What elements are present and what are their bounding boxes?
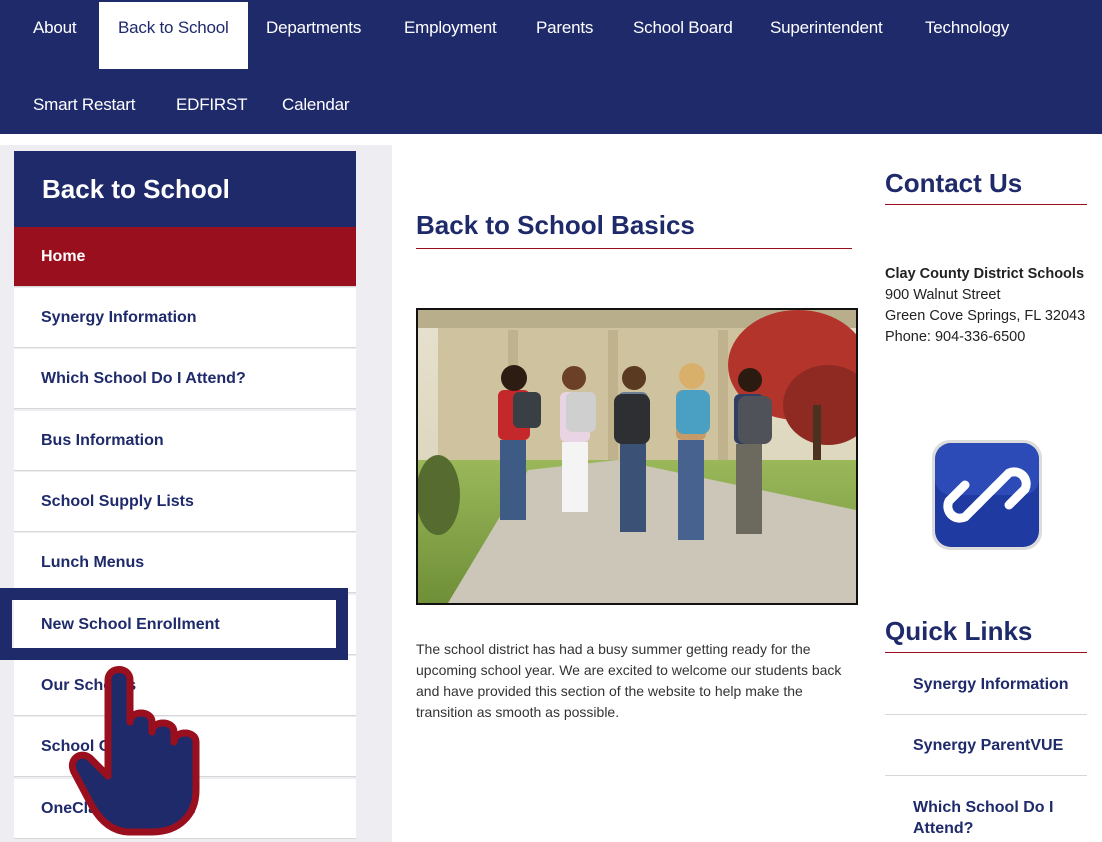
sidebar-item-synergy-information[interactable]: Synergy Information [14, 288, 356, 348]
nav-superintendent[interactable]: Superintendent [751, 0, 902, 55]
contact-block: Clay County District Schools 900 Walnut … [885, 264, 1095, 348]
top-navigation: About Back to School Departments Employm… [0, 0, 1102, 134]
nav-smart-restart[interactable]: Smart Restart [14, 77, 154, 132]
sidebar-item-school-supply-lists[interactable]: School Supply Lists [14, 472, 356, 532]
nav-employment[interactable]: Employment [385, 0, 515, 55]
contact-city: Green Cove Springs, FL 32043 [885, 308, 1086, 324]
quick-link-which-school[interactable]: Which School Do I Attend? [885, 797, 1087, 842]
sidebar-title: Back to School [14, 151, 356, 227]
sidebar-item-home[interactable]: Home [14, 227, 356, 287]
contact-phone: Phone: 904-336-6500 [885, 329, 1026, 345]
contact-street: 900 Walnut Street [885, 287, 1001, 303]
contact-org-name: Clay County District Schools [885, 266, 1085, 282]
nav-back-to-school[interactable]: Back to School [99, 2, 248, 69]
nav-calendar[interactable]: Calendar [263, 77, 368, 132]
nav-edfirst[interactable]: EDFIRST [157, 77, 266, 132]
hero-image-students-running [416, 308, 858, 605]
nav-parents[interactable]: Parents [517, 0, 612, 55]
nav-school-board[interactable]: School Board [614, 0, 752, 55]
chain-link-icon[interactable] [929, 437, 1045, 553]
nav-departments[interactable]: Departments [247, 0, 380, 55]
page-title: Back to School Basics [416, 210, 852, 249]
sidebar-item-bus-information[interactable]: Bus Information [14, 411, 356, 471]
enrollment-highlight-frame [0, 588, 348, 660]
nav-about[interactable]: About [14, 0, 95, 55]
contact-us-heading: Contact Us [885, 168, 1087, 205]
sidebar-item-which-school[interactable]: Which School Do I Attend? [14, 349, 356, 409]
nav-technology[interactable]: Technology [906, 0, 1028, 55]
pointing-hand-icon [60, 660, 220, 840]
quick-links-heading: Quick Links [885, 616, 1087, 653]
sidebar-item-lunch-menus[interactable]: Lunch Menus [14, 533, 356, 593]
intro-paragraph: The school district has had a busy summe… [416, 641, 842, 720]
quick-link-synergy-information[interactable]: Synergy Information [885, 674, 1087, 715]
quick-link-synergy-parentvue[interactable]: Synergy ParentVUE [885, 735, 1087, 776]
